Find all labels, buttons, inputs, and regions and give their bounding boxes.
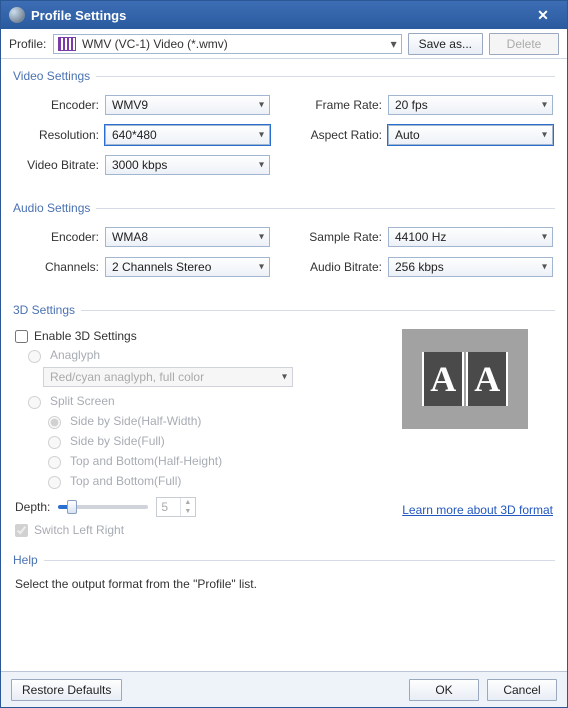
- channels-label: Channels:: [15, 260, 105, 274]
- top-half-label: Top and Bottom(Half-Height): [70, 454, 222, 468]
- slider-thumb-icon: [67, 500, 77, 514]
- spinner-down-icon: ▼: [181, 507, 194, 516]
- chevron-down-icon: ▾: [259, 262, 264, 273]
- side-full-radio: [48, 436, 61, 449]
- depth-label: Depth:: [15, 500, 50, 514]
- help-legend: Help: [13, 551, 38, 569]
- profile-label: Profile:: [9, 37, 47, 51]
- save-as-label: Save as...: [419, 37, 472, 51]
- spinner-up-icon: ▲: [181, 498, 194, 507]
- close-icon: ✕: [537, 7, 549, 24]
- dialog-title: Profile Settings: [31, 8, 126, 23]
- top-full-label: Top and Bottom(Full): [70, 474, 181, 488]
- audio-encoder-combo[interactable]: WMA8 ▾: [105, 227, 270, 247]
- cancel-button[interactable]: Cancel: [487, 679, 557, 701]
- video-bitrate-combo[interactable]: 3000 kbps ▾: [105, 155, 270, 175]
- app-icon: [9, 7, 25, 23]
- chevron-down-icon: ▾: [542, 130, 547, 141]
- resolution-label: Resolution:: [15, 128, 105, 142]
- frame-rate-combo[interactable]: 20 fps ▾: [388, 95, 553, 115]
- aspect-ratio-label: Aspect Ratio:: [298, 128, 388, 142]
- top-full-radio: [48, 476, 61, 489]
- chevron-down-icon: ▾: [259, 232, 264, 243]
- anaglyph-mode-value: Red/cyan anaglyph, full color: [50, 370, 204, 384]
- depth-spinner: 5 ▲ ▼: [156, 497, 196, 517]
- audio-settings-legend: Audio Settings: [13, 199, 90, 217]
- chevron-down-icon: ▾: [542, 262, 547, 273]
- depth-value: 5: [161, 500, 168, 514]
- preview-left-icon: A: [422, 352, 464, 406]
- enable-3d-label: Enable 3D Settings: [34, 329, 137, 343]
- channels-combo[interactable]: 2 Channels Stereo ▾: [105, 257, 270, 277]
- three-d-settings-group: 3D Settings Enable 3D Settings Anaglyph: [13, 301, 555, 543]
- restore-defaults-label: Restore Defaults: [22, 683, 111, 697]
- learn-more-link[interactable]: Learn more about 3D format: [402, 503, 553, 517]
- profile-row: Profile: WMV (VC-1) Video (*.wmv) ▾ Save…: [1, 29, 567, 59]
- sample-rate-combo[interactable]: 44100 Hz ▾: [388, 227, 553, 247]
- audio-bitrate-value: 256 kbps: [395, 260, 444, 274]
- switch-left-right-checkbox: [15, 524, 28, 537]
- side-full-label: Side by Side(Full): [70, 434, 165, 448]
- audio-encoder-value: WMA8: [112, 230, 148, 244]
- split-screen-radio: [28, 396, 41, 409]
- chevron-down-icon: ▾: [282, 372, 287, 383]
- ok-button[interactable]: OK: [409, 679, 479, 701]
- audio-encoder-label: Encoder:: [15, 230, 105, 244]
- depth-slider: [58, 505, 148, 509]
- three-d-legend: 3D Settings: [13, 301, 75, 319]
- video-bitrate-value: 3000 kbps: [112, 158, 167, 172]
- preview-right-icon: A: [466, 352, 508, 406]
- frame-rate-value: 20 fps: [395, 98, 428, 112]
- wmv-format-icon: [58, 37, 76, 51]
- profile-select-value: WMV (VC-1) Video (*.wmv): [82, 37, 228, 51]
- help-text: Select the output format from the "Profi…: [13, 569, 555, 599]
- anaglyph-label: Anaglyph: [50, 348, 100, 362]
- side-half-radio: [48, 416, 61, 429]
- content-area: Video Settings Encoder: WMV9 ▾ Resolutio…: [1, 59, 567, 671]
- anaglyph-radio: [28, 350, 41, 363]
- frame-rate-label: Frame Rate:: [298, 98, 388, 112]
- restore-defaults-button[interactable]: Restore Defaults: [11, 679, 122, 701]
- resolution-combo[interactable]: 640*480 ▾: [105, 125, 270, 145]
- aspect-ratio-combo[interactable]: Auto ▾: [388, 125, 553, 145]
- video-encoder-label: Encoder:: [15, 98, 105, 112]
- enable-3d-checkbox[interactable]: [15, 330, 28, 343]
- anaglyph-mode-combo: Red/cyan anaglyph, full color ▾: [43, 367, 293, 387]
- channels-value: 2 Channels Stereo: [112, 260, 211, 274]
- close-button[interactable]: ✕: [527, 1, 559, 29]
- profile-select[interactable]: WMV (VC-1) Video (*.wmv) ▾: [53, 34, 402, 54]
- video-encoder-combo[interactable]: WMV9 ▾: [105, 95, 270, 115]
- audio-bitrate-combo[interactable]: 256 kbps ▾: [388, 257, 553, 277]
- help-group: Help Select the output format from the "…: [13, 551, 555, 599]
- chevron-down-icon: ▾: [542, 100, 547, 111]
- save-as-button[interactable]: Save as...: [408, 33, 483, 55]
- video-encoder-value: WMV9: [112, 98, 148, 112]
- chevron-down-icon: ▾: [542, 232, 547, 243]
- video-bitrate-label: Video Bitrate:: [15, 158, 105, 172]
- delete-label: Delete: [507, 37, 542, 51]
- split-screen-label: Split Screen: [50, 394, 115, 408]
- cancel-label: Cancel: [503, 683, 540, 697]
- resolution-value: 640*480: [112, 128, 157, 142]
- footer: Restore Defaults OK Cancel: [1, 671, 567, 707]
- audio-bitrate-label: Audio Bitrate:: [298, 260, 388, 274]
- three-d-preview: A A: [402, 329, 528, 429]
- chevron-down-icon: ▾: [391, 37, 397, 51]
- dialog-window: Profile Settings ✕ Profile: WMV (VC-1) V…: [0, 0, 568, 708]
- chevron-down-icon: ▾: [259, 130, 264, 141]
- top-half-radio: [48, 456, 61, 469]
- ok-label: OK: [435, 683, 452, 697]
- titlebar: Profile Settings ✕: [1, 1, 567, 29]
- switch-left-right-label: Switch Left Right: [34, 523, 124, 537]
- side-half-label: Side by Side(Half-Width): [70, 414, 201, 428]
- video-settings-legend: Video Settings: [13, 67, 90, 85]
- delete-button: Delete: [489, 33, 559, 55]
- aspect-ratio-value: Auto: [395, 128, 420, 142]
- sample-rate-value: 44100 Hz: [395, 230, 446, 244]
- video-settings-group: Video Settings Encoder: WMV9 ▾ Resolutio…: [13, 67, 555, 191]
- audio-settings-group: Audio Settings Encoder: WMA8 ▾ Channels:: [13, 199, 555, 293]
- sample-rate-label: Sample Rate:: [298, 230, 388, 244]
- chevron-down-icon: ▾: [259, 160, 264, 171]
- chevron-down-icon: ▾: [259, 100, 264, 111]
